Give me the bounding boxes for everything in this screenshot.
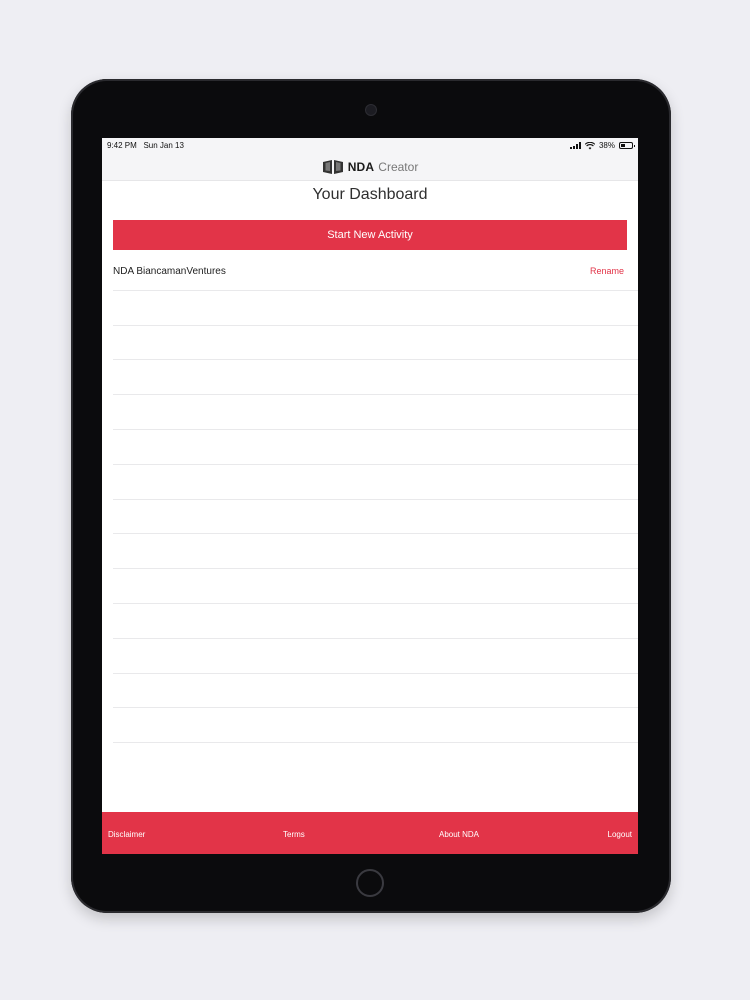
app-header: NDA Creator bbox=[102, 154, 638, 181]
empty-list-row bbox=[113, 639, 638, 674]
book-icon bbox=[322, 160, 343, 174]
logo-text-bold: NDA bbox=[347, 160, 375, 174]
activity-row[interactable]: NDA BiancamanVentures Rename bbox=[113, 256, 638, 291]
empty-list-row bbox=[113, 465, 638, 500]
activity-list: NDA BiancamanVentures Rename bbox=[113, 256, 638, 744]
footer-bar: Disclaimer Terms About NDA Logout bbox=[102, 812, 638, 854]
empty-list-row bbox=[113, 500, 638, 535]
battery-fill bbox=[621, 144, 625, 147]
signal-icon bbox=[569, 142, 581, 149]
logo-text-light: Creator bbox=[378, 160, 419, 174]
page-title: Your Dashboard bbox=[312, 186, 428, 203]
footer-terms-link[interactable]: Terms bbox=[283, 830, 305, 839]
app-logo: NDA Creator bbox=[322, 159, 419, 175]
start-new-activity-button[interactable]: Start New Activity bbox=[113, 220, 627, 250]
footer-about-link[interactable]: About NDA bbox=[439, 830, 479, 839]
activity-name: NDA BiancamanVentures bbox=[113, 266, 226, 277]
wifi-icon bbox=[584, 141, 595, 149]
empty-list-row bbox=[113, 708, 638, 744]
empty-list-row bbox=[113, 291, 638, 326]
front-camera bbox=[366, 105, 376, 115]
empty-list-row bbox=[113, 534, 638, 570]
status-date-text: Sun Jan 13 bbox=[143, 141, 184, 150]
battery-percent: 38% bbox=[598, 141, 615, 150]
empty-list-row bbox=[113, 395, 638, 430]
empty-list-row bbox=[113, 604, 638, 639]
empty-list-row bbox=[113, 674, 638, 709]
empty-list-row bbox=[113, 569, 638, 604]
status-indicators: 38% bbox=[569, 141, 635, 150]
battery-icon bbox=[619, 142, 635, 149]
footer-disclaimer-link[interactable]: Disclaimer bbox=[108, 830, 145, 839]
footer-logout-link[interactable]: Logout bbox=[608, 830, 632, 839]
status-bar: 9:42 PM Sun Jan 13 38% bbox=[102, 138, 638, 154]
home-button[interactable] bbox=[356, 869, 384, 897]
empty-list-row bbox=[113, 360, 638, 396]
empty-list-row bbox=[113, 430, 638, 465]
status-time-text: 9:42 PM bbox=[107, 141, 137, 150]
rename-button[interactable]: Rename bbox=[590, 266, 624, 276]
status-time: 9:42 PM Sun Jan 13 bbox=[107, 141, 184, 150]
app-screen: 9:42 PM Sun Jan 13 38% NDA Creator Your … bbox=[102, 138, 638, 854]
empty-list-row bbox=[113, 326, 638, 361]
